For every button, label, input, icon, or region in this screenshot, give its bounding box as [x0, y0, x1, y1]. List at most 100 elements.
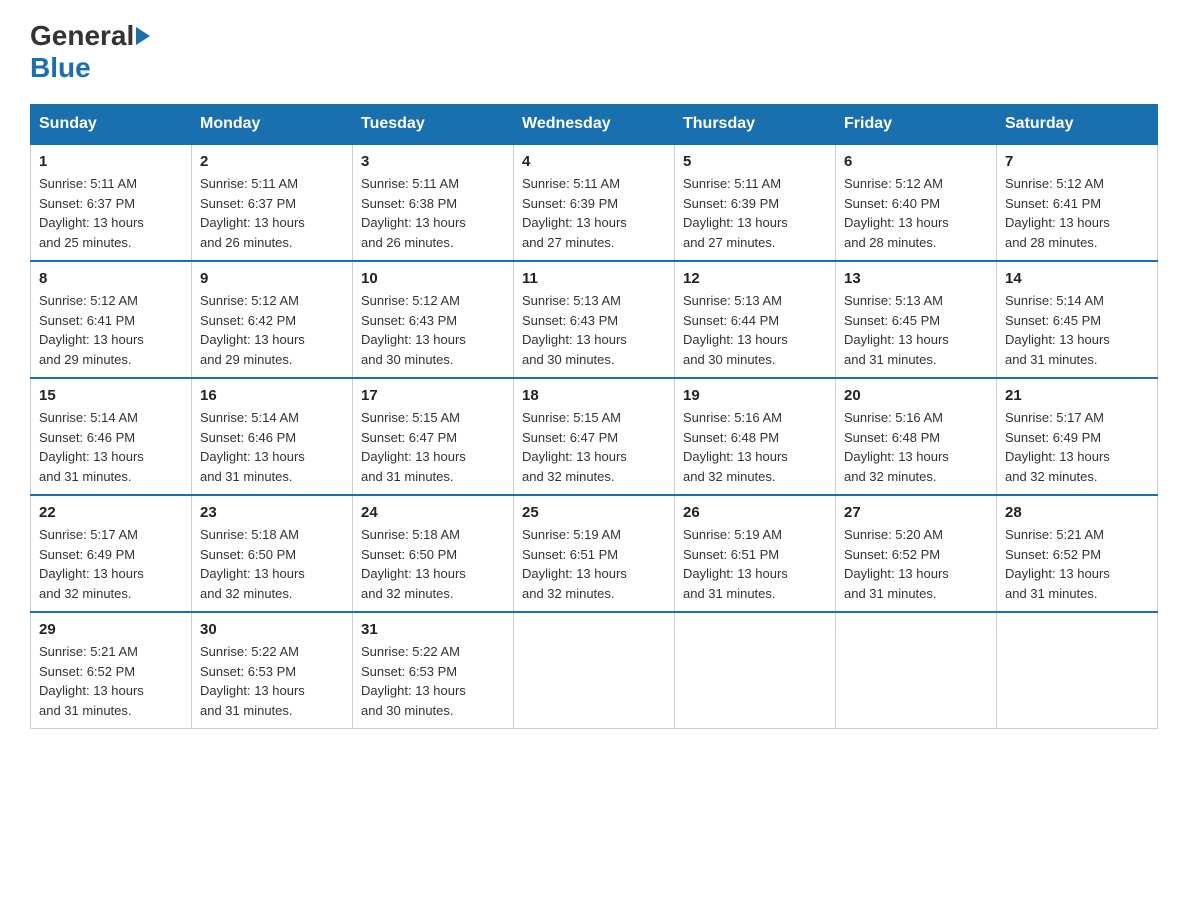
calendar-cell: 12 Sunrise: 5:13 AM Sunset: 6:44 PM Dayl… — [675, 261, 836, 378]
calendar-cell: 14 Sunrise: 5:14 AM Sunset: 6:45 PM Dayl… — [997, 261, 1158, 378]
day-number: 30 — [200, 621, 344, 638]
logo-triangle-icon — [136, 27, 150, 45]
day-info: Sunrise: 5:16 AM Sunset: 6:48 PM Dayligh… — [844, 408, 988, 486]
day-number: 31 — [361, 621, 505, 638]
day-info: Sunrise: 5:13 AM Sunset: 6:43 PM Dayligh… — [522, 291, 666, 369]
day-number: 13 — [844, 270, 988, 287]
day-info: Sunrise: 5:15 AM Sunset: 6:47 PM Dayligh… — [522, 408, 666, 486]
day-info: Sunrise: 5:19 AM Sunset: 6:51 PM Dayligh… — [683, 525, 827, 603]
day-info: Sunrise: 5:11 AM Sunset: 6:37 PM Dayligh… — [200, 174, 344, 252]
day-info: Sunrise: 5:15 AM Sunset: 6:47 PM Dayligh… — [361, 408, 505, 486]
calendar-cell: 30 Sunrise: 5:22 AM Sunset: 6:53 PM Dayl… — [192, 612, 353, 729]
calendar-cell: 28 Sunrise: 5:21 AM Sunset: 6:52 PM Dayl… — [997, 495, 1158, 612]
header-thursday: Thursday — [675, 105, 836, 145]
calendar-cell: 13 Sunrise: 5:13 AM Sunset: 6:45 PM Dayl… — [836, 261, 997, 378]
calendar-table: SundayMondayTuesdayWednesdayThursdayFrid… — [30, 104, 1158, 729]
day-number: 29 — [39, 621, 183, 638]
day-info: Sunrise: 5:14 AM Sunset: 6:46 PM Dayligh… — [200, 408, 344, 486]
calendar-cell: 24 Sunrise: 5:18 AM Sunset: 6:50 PM Dayl… — [353, 495, 514, 612]
day-info: Sunrise: 5:12 AM Sunset: 6:40 PM Dayligh… — [844, 174, 988, 252]
calendar-cell: 18 Sunrise: 5:15 AM Sunset: 6:47 PM Dayl… — [514, 378, 675, 495]
day-number: 10 — [361, 270, 505, 287]
logo-text-blue: Blue — [30, 52, 91, 84]
week-row-2: 8 Sunrise: 5:12 AM Sunset: 6:41 PM Dayli… — [31, 261, 1158, 378]
day-number: 19 — [683, 387, 827, 404]
header-sunday: Sunday — [31, 105, 192, 145]
day-info: Sunrise: 5:11 AM Sunset: 6:37 PM Dayligh… — [39, 174, 183, 252]
calendar-cell: 26 Sunrise: 5:19 AM Sunset: 6:51 PM Dayl… — [675, 495, 836, 612]
day-number: 25 — [522, 504, 666, 521]
day-info: Sunrise: 5:18 AM Sunset: 6:50 PM Dayligh… — [200, 525, 344, 603]
calendar-cell: 11 Sunrise: 5:13 AM Sunset: 6:43 PM Dayl… — [514, 261, 675, 378]
calendar-cell: 5 Sunrise: 5:11 AM Sunset: 6:39 PM Dayli… — [675, 144, 836, 261]
day-number: 2 — [200, 153, 344, 170]
calendar-cell: 8 Sunrise: 5:12 AM Sunset: 6:41 PM Dayli… — [31, 261, 192, 378]
calendar-cell: 27 Sunrise: 5:20 AM Sunset: 6:52 PM Dayl… — [836, 495, 997, 612]
day-info: Sunrise: 5:19 AM Sunset: 6:51 PM Dayligh… — [522, 525, 666, 603]
day-number: 5 — [683, 153, 827, 170]
page-header: General Blue — [30, 20, 1158, 84]
calendar-cell: 4 Sunrise: 5:11 AM Sunset: 6:39 PM Dayli… — [514, 144, 675, 261]
day-number: 4 — [522, 153, 666, 170]
calendar-header-row: SundayMondayTuesdayWednesdayThursdayFrid… — [31, 105, 1158, 145]
day-number: 11 — [522, 270, 666, 287]
week-row-3: 15 Sunrise: 5:14 AM Sunset: 6:46 PM Dayl… — [31, 378, 1158, 495]
day-info: Sunrise: 5:12 AM Sunset: 6:41 PM Dayligh… — [1005, 174, 1149, 252]
header-wednesday: Wednesday — [514, 105, 675, 145]
day-info: Sunrise: 5:22 AM Sunset: 6:53 PM Dayligh… — [361, 642, 505, 720]
day-number: 27 — [844, 504, 988, 521]
calendar-cell: 15 Sunrise: 5:14 AM Sunset: 6:46 PM Dayl… — [31, 378, 192, 495]
day-number: 26 — [683, 504, 827, 521]
day-info: Sunrise: 5:11 AM Sunset: 6:39 PM Dayligh… — [683, 174, 827, 252]
day-number: 7 — [1005, 153, 1149, 170]
day-info: Sunrise: 5:11 AM Sunset: 6:39 PM Dayligh… — [522, 174, 666, 252]
day-number: 21 — [1005, 387, 1149, 404]
day-number: 16 — [200, 387, 344, 404]
calendar-cell: 21 Sunrise: 5:17 AM Sunset: 6:49 PM Dayl… — [997, 378, 1158, 495]
day-info: Sunrise: 5:14 AM Sunset: 6:46 PM Dayligh… — [39, 408, 183, 486]
calendar-cell — [997, 612, 1158, 729]
calendar-cell: 23 Sunrise: 5:18 AM Sunset: 6:50 PM Dayl… — [192, 495, 353, 612]
day-info: Sunrise: 5:12 AM Sunset: 6:43 PM Dayligh… — [361, 291, 505, 369]
calendar-cell: 29 Sunrise: 5:21 AM Sunset: 6:52 PM Dayl… — [31, 612, 192, 729]
day-info: Sunrise: 5:13 AM Sunset: 6:45 PM Dayligh… — [844, 291, 988, 369]
day-number: 9 — [200, 270, 344, 287]
calendar-cell: 3 Sunrise: 5:11 AM Sunset: 6:38 PM Dayli… — [353, 144, 514, 261]
day-number: 8 — [39, 270, 183, 287]
calendar-cell: 6 Sunrise: 5:12 AM Sunset: 6:40 PM Dayli… — [836, 144, 997, 261]
day-number: 18 — [522, 387, 666, 404]
day-info: Sunrise: 5:12 AM Sunset: 6:41 PM Dayligh… — [39, 291, 183, 369]
day-number: 3 — [361, 153, 505, 170]
day-number: 12 — [683, 270, 827, 287]
day-info: Sunrise: 5:17 AM Sunset: 6:49 PM Dayligh… — [1005, 408, 1149, 486]
header-tuesday: Tuesday — [353, 105, 514, 145]
calendar-cell: 31 Sunrise: 5:22 AM Sunset: 6:53 PM Dayl… — [353, 612, 514, 729]
calendar-cell: 19 Sunrise: 5:16 AM Sunset: 6:48 PM Dayl… — [675, 378, 836, 495]
day-info: Sunrise: 5:21 AM Sunset: 6:52 PM Dayligh… — [39, 642, 183, 720]
calendar-cell: 20 Sunrise: 5:16 AM Sunset: 6:48 PM Dayl… — [836, 378, 997, 495]
day-number: 22 — [39, 504, 183, 521]
day-info: Sunrise: 5:21 AM Sunset: 6:52 PM Dayligh… — [1005, 525, 1149, 603]
header-monday: Monday — [192, 105, 353, 145]
day-info: Sunrise: 5:12 AM Sunset: 6:42 PM Dayligh… — [200, 291, 344, 369]
day-number: 23 — [200, 504, 344, 521]
day-info: Sunrise: 5:13 AM Sunset: 6:44 PM Dayligh… — [683, 291, 827, 369]
calendar-cell — [514, 612, 675, 729]
day-info: Sunrise: 5:14 AM Sunset: 6:45 PM Dayligh… — [1005, 291, 1149, 369]
day-number: 28 — [1005, 504, 1149, 521]
header-saturday: Saturday — [997, 105, 1158, 145]
calendar-cell: 1 Sunrise: 5:11 AM Sunset: 6:37 PM Dayli… — [31, 144, 192, 261]
day-info: Sunrise: 5:22 AM Sunset: 6:53 PM Dayligh… — [200, 642, 344, 720]
week-row-1: 1 Sunrise: 5:11 AM Sunset: 6:37 PM Dayli… — [31, 144, 1158, 261]
logo: General Blue — [30, 20, 150, 84]
calendar-cell: 7 Sunrise: 5:12 AM Sunset: 6:41 PM Dayli… — [997, 144, 1158, 261]
calendar-cell: 2 Sunrise: 5:11 AM Sunset: 6:37 PM Dayli… — [192, 144, 353, 261]
calendar-cell: 22 Sunrise: 5:17 AM Sunset: 6:49 PM Dayl… — [31, 495, 192, 612]
day-info: Sunrise: 5:16 AM Sunset: 6:48 PM Dayligh… — [683, 408, 827, 486]
day-number: 17 — [361, 387, 505, 404]
calendar-cell: 25 Sunrise: 5:19 AM Sunset: 6:51 PM Dayl… — [514, 495, 675, 612]
day-number: 24 — [361, 504, 505, 521]
day-number: 1 — [39, 153, 183, 170]
day-number: 6 — [844, 153, 988, 170]
calendar-cell: 9 Sunrise: 5:12 AM Sunset: 6:42 PM Dayli… — [192, 261, 353, 378]
